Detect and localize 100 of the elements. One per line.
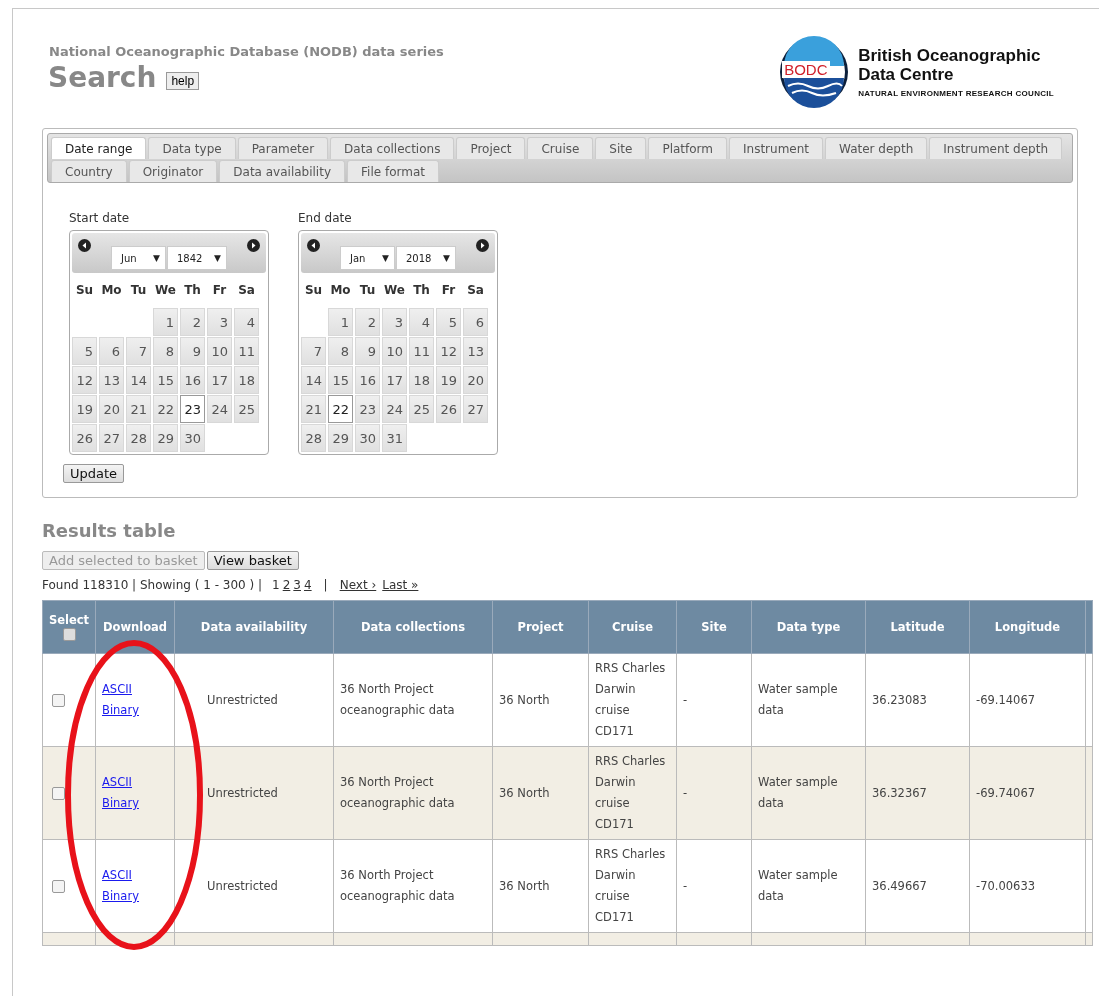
calendar-day[interactable]: 13	[463, 337, 488, 365]
calendar-day[interactable]: 8	[153, 337, 178, 365]
download-link[interactable]: Binary	[102, 793, 139, 814]
calendar-day[interactable]: 4	[234, 308, 259, 336]
tab[interactable]: Data type	[148, 137, 236, 159]
calendar-day[interactable]: 22	[328, 395, 353, 423]
calendar-day[interactable]: 27	[99, 424, 124, 452]
download-link[interactable]: ASCII	[102, 679, 132, 700]
calendar-day[interactable]: 24	[382, 395, 407, 423]
tab[interactable]: Instrument	[729, 137, 824, 159]
calendar-day[interactable]: 19	[436, 366, 461, 394]
row-checkbox[interactable]	[52, 693, 65, 707]
calendar-day[interactable]: 20	[99, 395, 124, 423]
calendar-day[interactable]: 15	[328, 366, 353, 394]
calendar-day[interactable]: 30	[355, 424, 380, 452]
calendar-day[interactable]: 16	[180, 366, 205, 394]
tab[interactable]: Water depth	[825, 137, 928, 159]
download-link[interactable]: Binary	[102, 700, 139, 721]
previous-icon[interactable]	[307, 239, 320, 252]
year-select[interactable]: 1842 ▼	[167, 246, 227, 270]
calendar-day[interactable]: 28	[126, 424, 151, 452]
tab[interactable]: Data collections	[330, 137, 455, 159]
calendar-day[interactable]: 12	[72, 366, 97, 394]
page-link[interactable]: 2	[282, 578, 291, 592]
tab[interactable]: Parameter	[237, 137, 329, 159]
calendar-day[interactable]: 5	[72, 337, 97, 365]
calendar-day[interactable]: 20	[463, 366, 488, 394]
tab[interactable]: Project	[456, 137, 526, 159]
tab[interactable]: Date range	[51, 137, 147, 159]
tab[interactable]: Country	[51, 160, 127, 182]
calendar-day[interactable]: 17	[207, 366, 232, 394]
calendar-day[interactable]: 27	[463, 395, 488, 423]
calendar-day[interactable]: 26	[72, 424, 97, 452]
calendar-day[interactable]: 6	[99, 337, 124, 365]
tab[interactable]: Instrument depth	[929, 137, 1063, 159]
previous-icon[interactable]	[78, 239, 91, 252]
download-link[interactable]: Binary	[102, 886, 139, 907]
basket-button[interactable]: View basket	[206, 551, 299, 570]
calendar-day[interactable]: 22	[153, 395, 178, 423]
calendar-day[interactable]: 3	[382, 308, 407, 336]
calendar-day[interactable]: 23	[180, 395, 205, 423]
next-icon[interactable]	[476, 239, 489, 252]
calendar-day[interactable]: 16	[355, 366, 380, 394]
calendar-day[interactable]: 23	[355, 395, 380, 423]
tab[interactable]: Platform	[648, 137, 727, 159]
calendar-day[interactable]: 14	[126, 366, 151, 394]
page-link[interactable]: 3	[293, 578, 301, 592]
next-link[interactable]: Next ›	[339, 578, 377, 592]
download-link[interactable]: ASCII	[102, 772, 132, 793]
calendar-day[interactable]: 4	[409, 308, 434, 336]
month-select[interactable]: Jun ▼	[111, 246, 166, 270]
calendar-day[interactable]: 21	[301, 395, 326, 423]
calendar-day[interactable]: 1	[153, 308, 178, 336]
calendar-day[interactable]: 5	[436, 308, 461, 336]
tab[interactable]: Data availability	[219, 160, 345, 182]
calendar-day[interactable]: 10	[207, 337, 232, 365]
calendar-day[interactable]: 26	[436, 395, 461, 423]
calendar-day[interactable]: 2	[355, 308, 380, 336]
calendar-day[interactable]: 17	[382, 366, 407, 394]
calendar-day[interactable]: 29	[328, 424, 353, 452]
calendar-day[interactable]: 25	[409, 395, 434, 423]
calendar-day[interactable]: 11	[409, 337, 434, 365]
calendar-day[interactable]: 10	[382, 337, 407, 365]
help-button[interactable]: help	[166, 71, 200, 90]
calendar-day[interactable]: 31	[382, 424, 407, 452]
download-link[interactable]: ASCII	[102, 865, 132, 886]
update-button[interactable]: Update	[63, 464, 125, 483]
calendar-day[interactable]: 15	[153, 366, 178, 394]
row-checkbox[interactable]	[52, 879, 65, 893]
calendar-day[interactable]: 19	[72, 395, 97, 423]
calendar-day[interactable]: 12	[436, 337, 461, 365]
tab[interactable]: Originator	[128, 160, 218, 182]
calendar-day[interactable]: 25	[234, 395, 259, 423]
select-all-checkbox[interactable]	[62, 628, 76, 641]
calendar-day[interactable]: 18	[234, 366, 259, 394]
calendar-day[interactable]: 14	[301, 366, 326, 394]
last-link[interactable]: Last »	[382, 578, 419, 592]
calendar-day[interactable]: 7	[301, 337, 326, 365]
calendar-day[interactable]: 24	[207, 395, 232, 423]
month-select[interactable]: Jan ▼	[340, 246, 395, 270]
calendar-day[interactable]: 18	[409, 366, 434, 394]
calendar-day[interactable]: 13	[99, 366, 124, 394]
calendar-day[interactable]: 1	[328, 308, 353, 336]
calendar-day[interactable]: 7	[126, 337, 151, 365]
calendar-day[interactable]: 6	[463, 308, 488, 336]
calendar-day[interactable]: 28	[301, 424, 326, 452]
tab[interactable]: File format	[347, 160, 439, 182]
page-link[interactable]: 4	[303, 578, 312, 592]
tab[interactable]: Cruise	[527, 137, 594, 159]
page-link[interactable]: 1	[272, 578, 280, 592]
calendar-day[interactable]: 9	[180, 337, 205, 365]
calendar-day[interactable]: 29	[153, 424, 178, 452]
calendar-day[interactable]: 3	[207, 308, 232, 336]
year-select[interactable]: 2018 ▼	[396, 246, 456, 270]
row-checkbox[interactable]	[52, 786, 65, 800]
calendar-day[interactable]: 9	[355, 337, 380, 365]
calendar-day[interactable]: 2	[180, 308, 205, 336]
tab[interactable]: Site	[595, 137, 647, 159]
next-icon[interactable]	[247, 239, 260, 252]
calendar-day[interactable]: 11	[234, 337, 259, 365]
